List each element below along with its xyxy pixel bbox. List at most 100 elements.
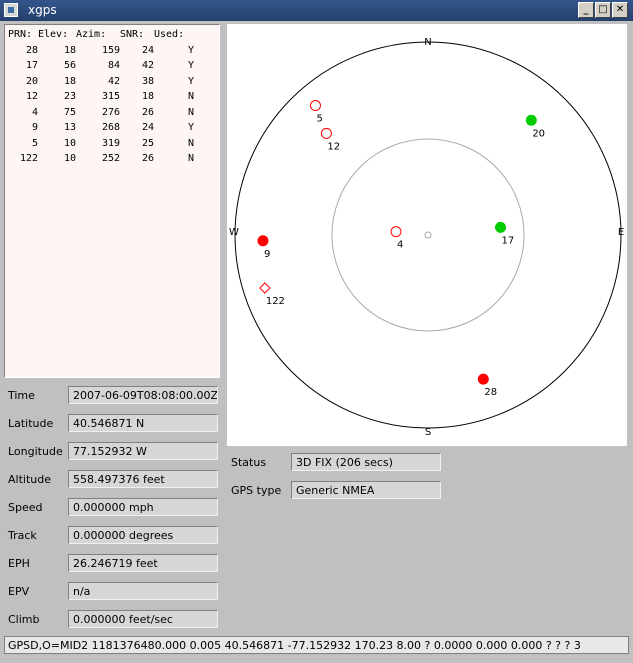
table-cell: 24 [141,122,154,134]
satellite-9-label: 9 [264,249,270,260]
table-cell: 75 [63,106,76,118]
climb-label: Climb [8,613,40,626]
table-cell: 10 [63,137,76,149]
sky-view: N S E W 5 12 20 4 17 9 122 28 [227,24,627,446]
table-row[interactable]: 12 23 315 18 N [7,89,194,105]
table-row[interactable]: 28 18 159 24 Y [7,43,194,59]
window-title: xgps [28,3,57,17]
table-row[interactable]: 4 75 276 26 N [7,105,194,121]
speed-value: 0.000000 mph [68,498,218,516]
table-cell: 18 [63,75,76,87]
compass-east: E [618,227,624,238]
column-header: PRN: [8,29,33,41]
maximize-button[interactable]: □ [595,2,611,18]
table-row[interactable]: 5 10 319 25 N [7,136,194,152]
satellite-12-marker [320,127,332,139]
satellite-9-marker [257,235,269,247]
table-cell: N [187,153,194,165]
table-cell: 28 [25,44,38,56]
compass-south: S [425,427,431,438]
satellite-28-label: 28 [484,387,497,398]
track-value: 0.000000 degrees [68,526,218,544]
table-cell: 24 [141,44,154,56]
table-cell: 4 [31,106,38,118]
table-cell: N [187,91,194,103]
gps-type-value: Generic NMEA [291,481,441,499]
table-cell: 315 [101,91,120,103]
column-header: Elev: [38,29,69,41]
title-bar[interactable]: xgps _ □ ✕ [0,0,633,21]
minimize-button[interactable]: _ [578,2,594,18]
horizon-circle [234,41,622,429]
longitude-value: 77.152932 W [68,442,218,460]
table-row[interactable]: 17 56 84 42 Y [7,58,194,74]
elevation-45-circle [331,138,525,332]
table-cell: 122 [19,153,38,165]
epv-value: n/a [68,582,218,600]
column-header: Used: [154,29,185,41]
table-cell: 26 [141,153,154,165]
table-cell: 84 [107,60,120,72]
time-label: Time [8,389,35,402]
table-cell: 42 [141,60,154,72]
satellite-20-marker [525,114,537,126]
table-cell: 23 [63,91,76,103]
table-cell: 18 [63,44,76,56]
app-icon[interactable] [4,3,18,17]
table-cell: 276 [101,106,120,118]
table-row[interactable]: 9 13 268 24 Y [7,120,194,136]
column-header: Azim: [76,29,107,41]
longitude-label: Longitude [8,445,63,458]
latitude-label: Latitude [8,417,54,430]
table-row[interactable]: 20 18 42 38 Y [7,74,194,90]
track-label: Track [8,529,37,542]
altitude-value: 558.497376 feet [68,470,218,488]
gps-type-label: GPS type [231,484,282,497]
table-cell: 9 [31,122,38,134]
table-cell: N [187,137,194,149]
table-cell: 18 [141,91,154,103]
gpsd-status-bar: GPSD,O=MID2 1181376480.000 0.005 40.5468… [4,636,629,654]
table-cell: Y [187,122,194,134]
table-row[interactable]: 122 10 252 26 N [7,151,194,167]
satellite-28-marker [477,373,489,385]
speed-label: Speed [8,501,43,514]
table-cell: 42 [107,75,120,87]
satellite-122-label: 122 [266,296,285,307]
eph-label: EPH [8,557,30,570]
satellite-list[interactable]: PRN: Elev: Azim: SNR: Used: 28 18 159 24 Y 17 56 84 4… [4,24,220,378]
table-cell: 56 [63,60,76,72]
table-header-row: PRN: Elev: Azim: SNR: Used: [7,27,194,43]
table-cell: 159 [101,44,120,56]
table-cell: 26 [141,106,154,118]
table-cell: 20 [25,75,38,87]
satellite-122-marker [259,282,271,294]
table-cell: N [187,106,194,118]
column-header: SNR: [120,29,145,41]
table-cell: 12 [25,91,38,103]
table-cell: 17 [25,60,38,72]
satellite-4-marker [390,226,402,238]
satellite-5-label: 5 [316,114,322,125]
close-button[interactable]: ✕ [612,2,628,18]
compass-west: W [229,227,239,238]
table-cell: Y [187,44,194,56]
table-cell: 5 [31,137,38,149]
table-cell: 319 [101,137,120,149]
epv-label: EPV [8,585,30,598]
satellite-5-marker [309,100,321,112]
satellite-17-label: 17 [502,235,515,246]
latitude-value: 40.546871 N [68,414,218,432]
satellite-17-marker [495,221,507,233]
table-cell: 268 [101,122,120,134]
table-cell: 38 [141,75,154,87]
table-cell: 25 [141,137,154,149]
altitude-label: Altitude [8,473,51,486]
compass-north: N [424,37,431,48]
satellite-table: PRN: Elev: Azim: SNR: Used: 28 18 159 24 Y 17 56 84 4… [7,27,194,167]
table-cell: Y [187,75,194,87]
table-cell: 252 [101,153,120,165]
sky-plot: N S E W 5 12 20 4 17 9 122 28 [229,37,624,438]
status-value: 3D FIX (206 secs) [291,453,441,471]
satellite-20-label: 20 [532,128,545,139]
